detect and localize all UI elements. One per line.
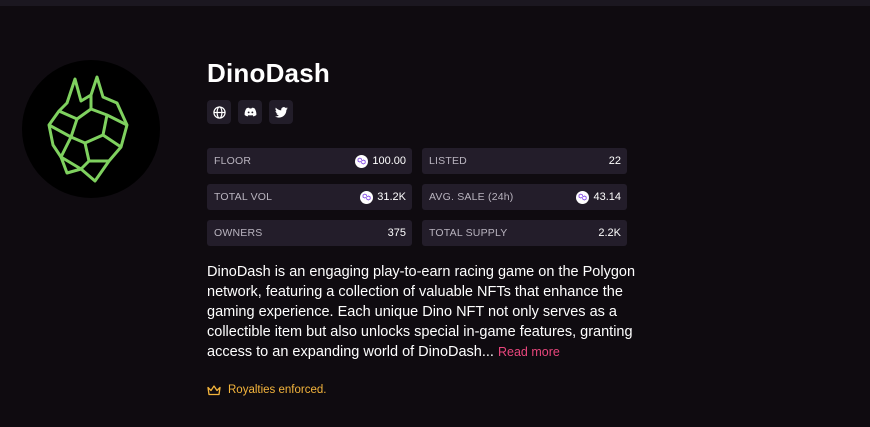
stat-floor: FLOOR 100.00 xyxy=(207,148,412,174)
website-link[interactable] xyxy=(207,100,231,124)
stat-value-text: 31.2K xyxy=(377,191,406,203)
twitter-icon xyxy=(274,106,288,118)
stat-label: TOTAL VOL xyxy=(214,191,273,203)
stat-total-vol: TOTAL VOL 31.2K xyxy=(207,184,412,210)
social-links xyxy=(207,100,293,124)
stat-avg-sale: AVG. SALE (24h) 43.14 xyxy=(422,184,627,210)
polygon-matic-icon xyxy=(355,154,369,168)
collection-avatar xyxy=(22,60,160,198)
stat-value: 100.00 xyxy=(355,154,406,168)
stat-value: 2.2K xyxy=(598,227,621,239)
top-bar xyxy=(0,0,870,6)
stats-grid: FLOOR 100.00 LISTED 22 TOTAL VOL 31.2K A… xyxy=(207,148,627,246)
stat-label: AVG. SALE (24h) xyxy=(429,191,514,203)
globe-icon xyxy=(212,105,226,119)
twitter-link[interactable] xyxy=(269,100,293,124)
stat-value-text: 100.00 xyxy=(372,155,406,167)
collection-description: DinoDash is an engaging play-to-earn rac… xyxy=(207,262,637,362)
stat-value-text: 43.14 xyxy=(593,191,621,203)
stat-label: LISTED xyxy=(429,155,467,167)
dino-logo-icon xyxy=(47,75,129,183)
stat-listed: LISTED 22 xyxy=(422,148,627,174)
read-more-link[interactable]: Read more xyxy=(498,345,560,359)
stat-value: 43.14 xyxy=(576,190,621,204)
polygon-matic-icon xyxy=(576,190,590,204)
royalties-label: Royalties enforced. xyxy=(228,384,327,396)
crown-icon xyxy=(207,384,221,395)
stat-label: FLOOR xyxy=(214,155,252,167)
description-text: DinoDash is an engaging play-to-earn rac… xyxy=(207,264,636,360)
stat-label: OWNERS xyxy=(214,227,263,239)
stat-label: TOTAL SUPPLY xyxy=(429,227,508,239)
stat-value: 22 xyxy=(608,155,621,167)
polygon-matic-icon xyxy=(360,190,374,204)
stat-total-supply: TOTAL SUPPLY 2.2K xyxy=(422,220,627,246)
discord-link[interactable] xyxy=(238,100,262,124)
discord-icon xyxy=(244,107,256,117)
stat-value: 31.2K xyxy=(360,190,406,204)
stat-owners: OWNERS 375 xyxy=(207,220,412,246)
royalties-notice: Royalties enforced. xyxy=(207,384,326,396)
stat-value: 375 xyxy=(387,227,406,239)
collection-title: DinoDash xyxy=(207,58,330,88)
